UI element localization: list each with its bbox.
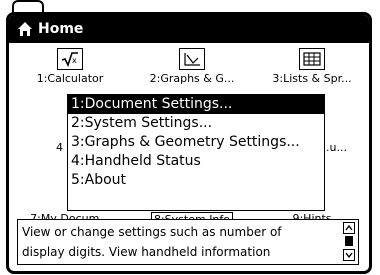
graph-icon <box>179 48 205 70</box>
app-calculator[interactable]: x 1:Calculator <box>11 44 129 88</box>
home-icon <box>18 22 32 36</box>
app-4-label: 4 <box>56 141 63 154</box>
app-lists-label: 3:Lists & Spr... <box>272 72 352 85</box>
menu-item-document-settings[interactable]: 1:Document Settings... <box>68 95 324 114</box>
menu-item-about[interactable]: 5:About <box>68 171 324 190</box>
info-panel: View or change settings such as number o… <box>17 219 359 265</box>
app-calculator-label: 1:Calculator <box>36 72 104 85</box>
info-line-2: display digits. View handheld informatio… <box>22 245 271 259</box>
svg-text:x: x <box>72 56 77 65</box>
app-graphs[interactable]: 2:Graphs & G... <box>133 44 251 88</box>
app-4-partial[interactable]: 4 <box>9 126 67 170</box>
app-lists-spreadsheet[interactable]: 3:Lists & Spr... <box>253 44 369 88</box>
menu-item-graphs-geometry-settings[interactable]: 3:Graphs & Geometry Settings... <box>68 133 324 152</box>
spreadsheet-icon <box>299 48 325 70</box>
home-window: Home x 1:Calculator 2:Graphs & G... 3:Li… <box>6 12 372 274</box>
info-line-1: View or change settings such as number o… <box>22 225 282 239</box>
settings-menu: 1:Document Settings... 2:System Settings… <box>67 94 325 211</box>
page-title: Home <box>38 21 84 37</box>
app-graphs-label: 2:Graphs & G... <box>149 72 235 85</box>
title-bar: Home <box>9 15 369 43</box>
info-scrollbar[interactable] <box>343 222 355 262</box>
menu-item-system-settings[interactable]: 2:System Settings... <box>68 114 324 133</box>
menu-item-handheld-status[interactable]: 4:Handheld Status <box>68 152 324 171</box>
sqrt-icon: x <box>57 48 83 70</box>
